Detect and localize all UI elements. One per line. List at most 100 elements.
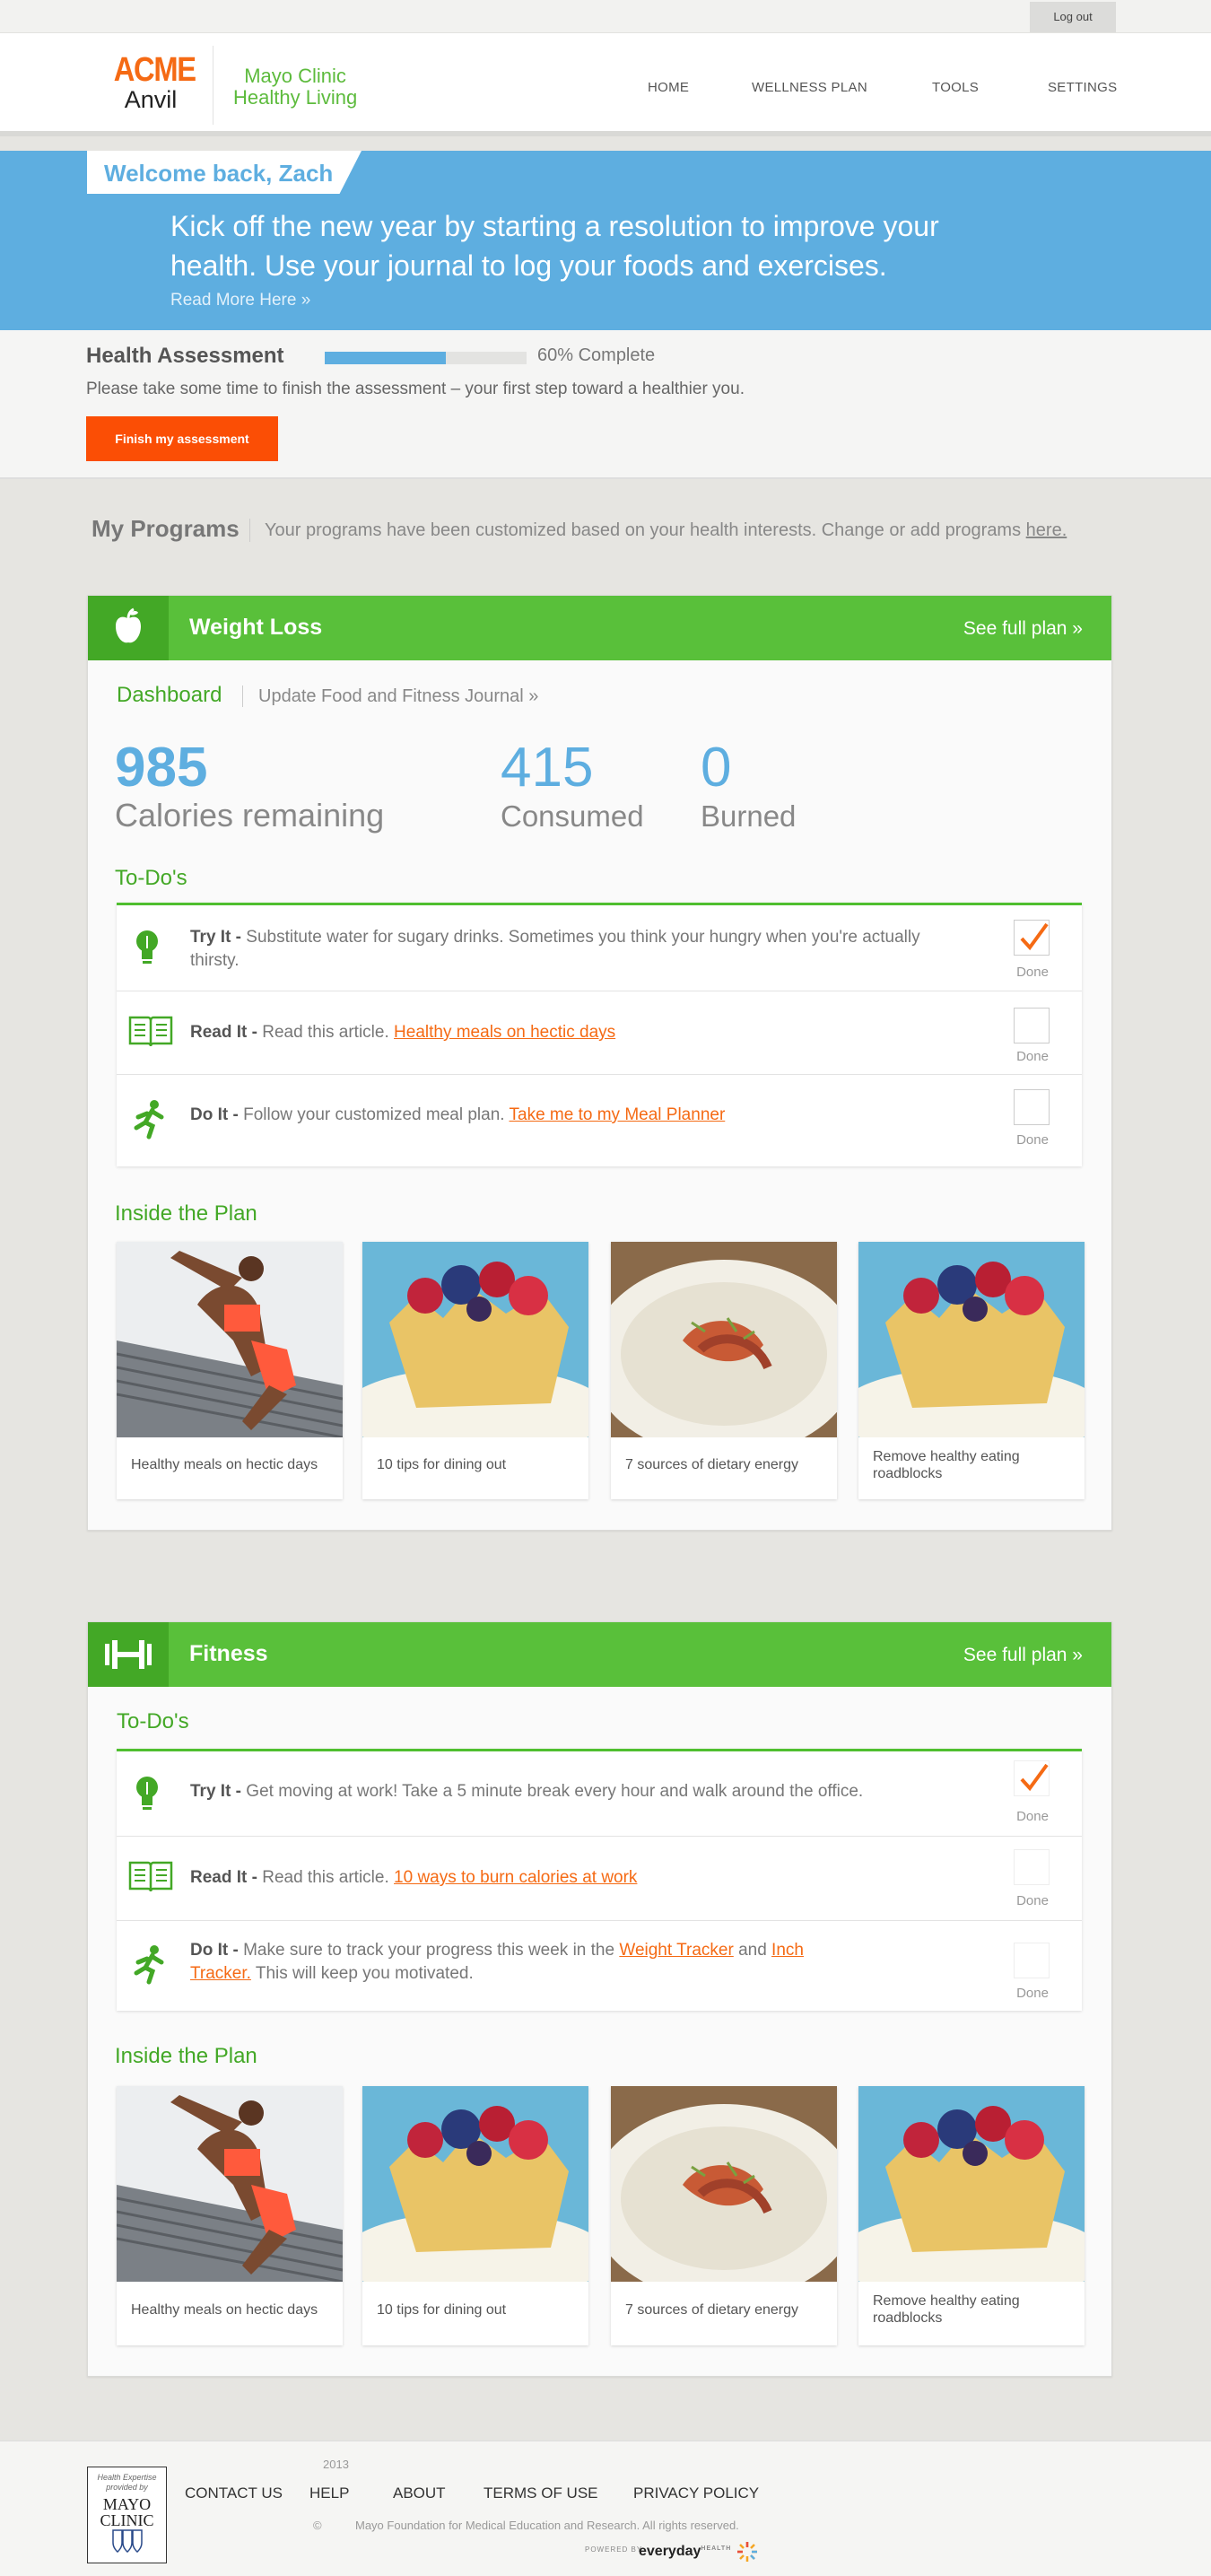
running-person-icon bbox=[127, 1097, 170, 1145]
weight-loss-todo-list: Try It - Substitute water for sugary dri… bbox=[117, 903, 1082, 1166]
logout-button[interactable]: Log out bbox=[1030, 2, 1116, 32]
utility-bar: Log out bbox=[0, 0, 1211, 33]
article-card[interactable]: Healthy meals on hectic days bbox=[117, 2086, 343, 2345]
done-label: Done bbox=[1016, 1986, 1049, 2001]
article-card[interactable]: Healthy meals on hectic days bbox=[117, 1242, 343, 1499]
lightbulb-icon bbox=[127, 925, 167, 973]
checkmark-icon bbox=[1020, 1763, 1049, 1792]
running-person-icon bbox=[127, 1943, 170, 1990]
assessment-progress-fill bbox=[325, 352, 446, 364]
article-caption: Healthy meals on hectic days bbox=[131, 2302, 318, 2318]
article-card[interactable]: Remove healthy eating roadblocks bbox=[858, 2086, 1085, 2345]
banner-message: Kick off the new year by starting a reso… bbox=[170, 210, 939, 282]
site-footer: Health Expertise provided by MAYO CLINIC… bbox=[0, 2441, 1211, 2576]
calories-consumed-label: Consumed bbox=[501, 799, 644, 833]
assessment-progress-bar bbox=[325, 352, 527, 364]
todo-text: Try It - Substitute water for sugary dri… bbox=[190, 928, 920, 970]
done-label: Done bbox=[1016, 965, 1049, 980]
fitness-todo-list: Try It - Get moving at work! Take a 5 mi… bbox=[117, 1749, 1082, 2011]
done-checkbox[interactable] bbox=[1014, 920, 1050, 956]
lightbulb-icon bbox=[127, 1771, 167, 1819]
berry-tart-image bbox=[362, 1242, 588, 1437]
badge-line1: Health Expertise bbox=[97, 2473, 157, 2482]
done-checkbox[interactable] bbox=[1014, 1943, 1050, 1978]
tab-dashboard[interactable]: Dashboard bbox=[117, 683, 222, 708]
badge-line2: provided by bbox=[106, 2483, 148, 2492]
inch-tracker-link[interactable]: Inch bbox=[771, 1941, 804, 1960]
weight-loss-full-plan-link[interactable]: See full plan » bbox=[963, 618, 1083, 640]
fitness-card: Fitness See full plan » To-Do's Try It -… bbox=[87, 1621, 1112, 2377]
article-card[interactable]: 10 tips for dining out bbox=[362, 1242, 588, 1499]
acme-anvil-logo[interactable]: ACME Anvil bbox=[108, 53, 196, 113]
programs-change-link[interactable]: here. bbox=[1026, 520, 1067, 540]
nav-tools[interactable]: TOOLS bbox=[932, 80, 979, 95]
calories-remaining-label: Calories remaining bbox=[115, 797, 385, 834]
footer-contact-link[interactable]: CONTACT US bbox=[185, 2484, 283, 2502]
meal-planner-link[interactable]: Take me to my Meal Planner bbox=[510, 1105, 726, 1124]
programs-description: Your programs have been customized based… bbox=[265, 520, 1067, 541]
todo-item: Try It - Get moving at work! Take a 5 mi… bbox=[117, 1751, 1082, 1837]
done-checkbox[interactable] bbox=[1014, 1008, 1050, 1043]
fitness-full-plan-link[interactable]: See full plan » bbox=[963, 1645, 1083, 1666]
article-card[interactable]: Remove healthy eating roadblocks bbox=[858, 1242, 1085, 1499]
article-caption: Remove healthy eating roadblocks bbox=[873, 1449, 1020, 1481]
done-checkbox[interactable] bbox=[1014, 1760, 1050, 1796]
todo-item: Read It - Read this article. 10 ways to … bbox=[117, 1837, 1082, 1921]
copyright-symbol: © bbox=[313, 2519, 322, 2532]
calories-consumed-value: 415 bbox=[501, 737, 594, 799]
footer-terms-link[interactable]: TERMS OF USE bbox=[484, 2484, 598, 2502]
article-card[interactable]: 7 sources of dietary energy bbox=[611, 1242, 837, 1499]
weight-loss-inside-heading: Inside the Plan bbox=[115, 1201, 257, 1226]
checkmark-icon bbox=[1020, 922, 1049, 951]
footer-privacy-link[interactable]: PRIVACY POLICY bbox=[633, 2484, 759, 2502]
nav-settings[interactable]: SETTINGS bbox=[1048, 80, 1117, 95]
nav-home[interactable]: HOME bbox=[648, 80, 689, 95]
logo-anvil-text: Anvil bbox=[124, 86, 178, 113]
todo-text: Try It - Get moving at work! Take a 5 mi… bbox=[190, 1782, 864, 1801]
article-card[interactable]: 10 tips for dining out bbox=[362, 2086, 588, 2345]
mayo-clinic-badge: Health Expertise provided by MAYO CLINIC bbox=[87, 2467, 167, 2563]
footer-about-link[interactable]: ABOUT bbox=[393, 2484, 446, 2502]
read-more-link[interactable]: Read More Here » bbox=[170, 291, 310, 310]
article-card[interactable]: 7 sources of dietary energy bbox=[611, 2086, 837, 2345]
sunburst-icon bbox=[736, 2542, 757, 2562]
mayo-healthy-living-logo: Mayo Clinic Healthy Living bbox=[233, 65, 357, 109]
todo-text: Do It - Follow your customized meal plan… bbox=[190, 1105, 726, 1124]
done-checkbox[interactable] bbox=[1014, 1849, 1050, 1885]
weight-loss-header: Weight Loss See full plan » bbox=[88, 596, 1111, 660]
todo-text: Do It - Make sure to track your progress… bbox=[190, 1941, 804, 1983]
fitness-title: Fitness bbox=[189, 1641, 268, 1666]
done-checkbox[interactable] bbox=[1014, 1089, 1050, 1125]
partner-line2: Healthy Living bbox=[233, 86, 358, 109]
todo-item: Do It - Follow your customized meal plan… bbox=[117, 1075, 1082, 1169]
assessment-title: Health Assessment bbox=[86, 344, 284, 368]
footer-year: 2013 bbox=[323, 2458, 349, 2471]
article-caption: 10 tips for dining out bbox=[377, 2302, 507, 2318]
article-link[interactable]: 10 ways to burn calories at work bbox=[394, 1868, 637, 1887]
book-icon bbox=[127, 1014, 174, 1054]
done-label: Done bbox=[1016, 1132, 1049, 1148]
article-link[interactable]: Healthy meals on hectic days bbox=[394, 1023, 615, 1042]
shrimp-soup-image bbox=[611, 2086, 837, 2282]
programs-divider bbox=[249, 519, 250, 542]
article-caption: 7 sources of dietary energy bbox=[625, 2302, 798, 2318]
book-icon bbox=[127, 1859, 174, 1899]
finish-assessment-button[interactable]: Finish my assessment bbox=[86, 416, 278, 461]
calories-remaining-value: 985 bbox=[115, 737, 208, 799]
mayo-shields-icon bbox=[111, 2529, 143, 2553]
badge-line3: MAYO bbox=[102, 2495, 152, 2513]
welcome-banner: Welcome back, Zach Kick off the new year… bbox=[0, 151, 1211, 330]
assessment-description: Please take some time to finish the asse… bbox=[86, 380, 745, 398]
footer-help-link[interactable]: HELP bbox=[309, 2484, 349, 2502]
article-caption: 7 sources of dietary energy bbox=[625, 1457, 798, 1472]
done-label: Done bbox=[1016, 1893, 1049, 1908]
tab-update-journal[interactable]: Update Food and Fitness Journal » bbox=[258, 686, 538, 707]
health-text: HEALTH bbox=[701, 2545, 732, 2552]
dumbbell-icon bbox=[88, 1622, 169, 1687]
article-caption: 10 tips for dining out bbox=[377, 1457, 507, 1472]
runner-image bbox=[117, 2086, 343, 2282]
weight-tracker-link[interactable]: Weight Tracker bbox=[619, 1941, 733, 1960]
todo-text: Read It - Read this article. 10 ways to … bbox=[190, 1868, 638, 1887]
inch-tracker-link-cont[interactable]: Tracker. bbox=[190, 1964, 251, 1983]
nav-wellness-plan[interactable]: WELLNESS PLAN bbox=[752, 80, 867, 95]
